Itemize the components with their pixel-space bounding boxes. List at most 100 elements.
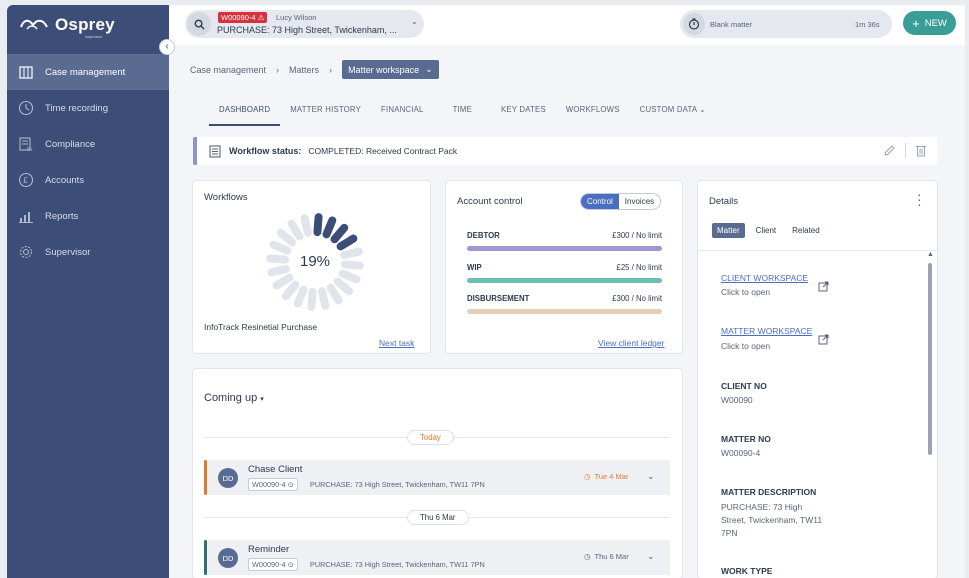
building-icon [17, 63, 35, 81]
sidebar-item-label: Supervisor [45, 246, 91, 258]
edit-icon[interactable] [883, 144, 896, 162]
tab-financial[interactable]: FINANCIAL [371, 105, 434, 126]
details-subtabs: Matter Client Related [712, 223, 825, 238]
tab-custom-data-label: CUSTOM DATA [639, 105, 697, 114]
tab-dashboard[interactable]: DASHBOARD [209, 105, 281, 126]
divider [905, 143, 906, 158]
event-item[interactable]: DD Chase Client W00090-4 ⊙ PURCHASE: 73 … [204, 460, 670, 495]
document-icon [209, 144, 221, 158]
timer-label: Blank matter [710, 20, 753, 29]
next-task-link[interactable]: Next task [379, 338, 414, 348]
event-date: ◷ Thu 6 Mar [584, 552, 629, 561]
matter-no-value: W00090-4 [721, 448, 761, 458]
sidebar-item-label: Accounts [45, 174, 85, 186]
sidebar: Osprey Approach Case management Time rec… [7, 5, 169, 578]
sidebar-item-supervisor[interactable]: Supervisor [7, 234, 169, 270]
progress-segment [272, 273, 294, 290]
collapse-sidebar-button[interactable]: ‹ [160, 40, 174, 54]
sidebar-item-accounts[interactable]: £ Accounts [7, 162, 169, 198]
matter-title: PURCHASE: 73 High Street, Twickenham, ..… [217, 25, 397, 35]
sidebar-nav: Case management Time recording 5k Compli… [7, 54, 169, 270]
clock-icon: ◷ [584, 472, 591, 481]
breadcrumb-matters[interactable]: Matters [289, 65, 319, 75]
tab-key-dates[interactable]: KEY DATES [491, 105, 556, 126]
event-date-text: Thu 6 Mar [594, 552, 629, 561]
tab-time[interactable]: TIME [434, 105, 491, 126]
matter-workspace-link[interactable]: MATTER WORKSPACE [721, 326, 812, 336]
progress-segment [338, 269, 361, 284]
clock-icon: ◷ [584, 552, 591, 561]
event-description: PURCHASE: 73 High Street, Twickenham, TW… [310, 480, 485, 489]
scroll-up-arrow[interactable]: ▲ [927, 251, 934, 258]
breadcrumb-current-dropdown[interactable]: Matter workspace ⌄ [342, 60, 439, 79]
ac-limit: £25 / No limit [616, 263, 663, 272]
search-button[interactable] [187, 12, 211, 36]
breadcrumb-case-management[interactable]: Case management [190, 65, 266, 75]
event-color-bar [204, 540, 207, 575]
chevron-down-icon[interactable]: ⌄ [647, 471, 655, 482]
matter-workspace-hint: Click to open [721, 341, 771, 351]
event-date-text: Tue 4 Mar [594, 472, 629, 481]
matter-selector[interactable]: W00090-4 ⚠ Lucy Wilson PURCHASE: 73 High… [185, 10, 424, 38]
tab-workflows[interactable]: WORKFLOWS [556, 105, 630, 126]
sidebar-item-label: Time recording [45, 102, 109, 114]
svg-text:£: £ [23, 176, 28, 185]
subtab-matter[interactable]: Matter [712, 223, 745, 238]
sidebar-item-compliance[interactable]: 5k Compliance [7, 126, 169, 162]
external-link-icon[interactable] [818, 332, 829, 350]
trash-icon[interactable] [915, 144, 927, 162]
event-matter-code[interactable]: W00090-4 ⊙ [248, 478, 298, 491]
client-workspace-link[interactable]: CLIENT WORKSPACE [721, 273, 808, 283]
chevron-down-icon[interactable]: ⌄ [647, 551, 655, 562]
svg-text:5k: 5k [27, 147, 33, 152]
matter-description-label: MATTER DESCRIPTION [721, 487, 817, 497]
toggle-invoices[interactable]: Invoices [619, 194, 660, 209]
gear-icon [17, 243, 35, 261]
ac-limit: £300 / No limit [612, 294, 662, 303]
sidebar-item-case-management[interactable]: Case management [7, 54, 169, 90]
control-invoices-toggle: Control Invoices [580, 193, 662, 210]
chart-icon [17, 207, 35, 225]
brand-sub: Approach [85, 34, 103, 39]
sidebar-item-reports[interactable]: Reports [7, 198, 169, 234]
details-title: Details [709, 196, 739, 207]
account-control-title: Account control [457, 196, 523, 207]
external-link-icon[interactable] [818, 279, 829, 297]
event-item[interactable]: DD Reminder W00090-4 ⊙ PURCHASE: 73 High… [204, 540, 670, 575]
coming-up-title[interactable]: Coming up ▾ [204, 392, 264, 404]
tab-matter-history[interactable]: MATTER HISTORY [280, 105, 371, 126]
progress-segment [333, 277, 354, 296]
timer-time: 1m 36s [855, 20, 880, 29]
event-matter-code[interactable]: W00090-4 ⊙ [248, 558, 298, 571]
timer[interactable]: Blank matter 1m 36s [680, 10, 892, 38]
main-area: W00090-4 ⚠ Lucy Wilson PURCHASE: 73 High… [169, 5, 965, 578]
ac-name: DEBTOR [467, 231, 500, 240]
view-client-ledger-link[interactable]: View client ledger [598, 338, 664, 348]
progress-segment [317, 287, 330, 310]
work-type-label: WORK TYPE [721, 566, 773, 576]
ac-limit: £300 / No limit [612, 231, 662, 240]
logo[interactable]: Osprey Approach [19, 15, 115, 39]
tab-custom-data[interactable]: CUSTOM DATA ⌄ [630, 105, 716, 126]
progress-segment [287, 219, 304, 241]
sidebar-item-time-recording[interactable]: Time recording [7, 90, 169, 126]
subtab-client[interactable]: Client [751, 223, 781, 238]
subtab-related[interactable]: Related [787, 223, 825, 238]
scrollbar-thumb[interactable] [928, 263, 932, 455]
progress-segment [326, 283, 343, 305]
more-vertical-icon[interactable]: · · · [917, 187, 922, 211]
sidebar-item-label: Compliance [45, 138, 96, 150]
day-pill-today: Today [407, 430, 454, 445]
breadcrumb: Case management › Matters › Matter works… [190, 60, 439, 79]
ac-name: DISBURSEMENT [467, 294, 530, 303]
progress-segment [269, 240, 292, 255]
topbar: W00090-4 ⚠ Lucy Wilson PURCHASE: 73 High… [169, 5, 965, 45]
new-button[interactable]: + NEW [903, 11, 956, 35]
toggle-control[interactable]: Control [581, 194, 619, 209]
event-description: PURCHASE: 73 High Street, Twickenham, TW… [310, 560, 485, 569]
divider [698, 250, 937, 251]
progress-segment [313, 213, 323, 237]
workflow-percent: 19% [299, 253, 331, 270]
timer-button[interactable] [683, 13, 705, 35]
workflow-name: InfoTrack Resinetial Purchase [204, 322, 318, 332]
